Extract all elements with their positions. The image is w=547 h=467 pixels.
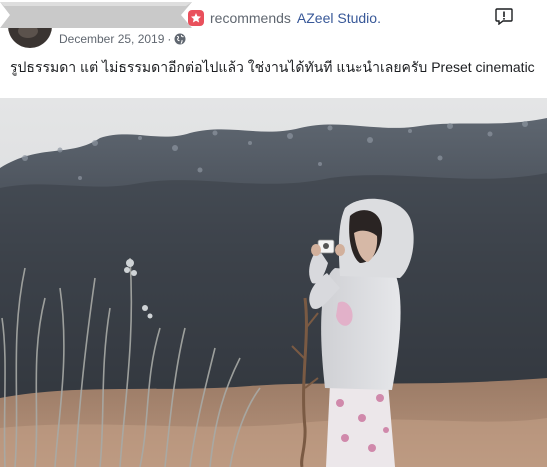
feed-post: recommends AZeel Studio. December 25, 20… (0, 0, 547, 467)
page-name-link[interactable]: AZeel Studio. (297, 10, 381, 26)
post-timestamp[interactable]: December 25, 2019 (59, 32, 164, 46)
post-meta: December 25, 2019 · (59, 31, 186, 47)
post-message: รูปธรรมดา แต่ ไม่ธรรมดาอีกต่อไปแล้ว ใช่ง… (10, 59, 535, 75)
exclamation-bubble-icon (495, 7, 513, 25)
report-button[interactable] (494, 7, 514, 25)
recommends-text: recommends (210, 10, 291, 26)
meta-separator: · (167, 32, 172, 46)
recommendation-line: recommends AZeel Studio. (188, 9, 381, 27)
post-photo[interactable] (0, 98, 547, 467)
recommendation-star-icon (188, 10, 204, 26)
ribbon-banner-graphic (0, 2, 192, 28)
globe-icon[interactable] (174, 33, 186, 45)
